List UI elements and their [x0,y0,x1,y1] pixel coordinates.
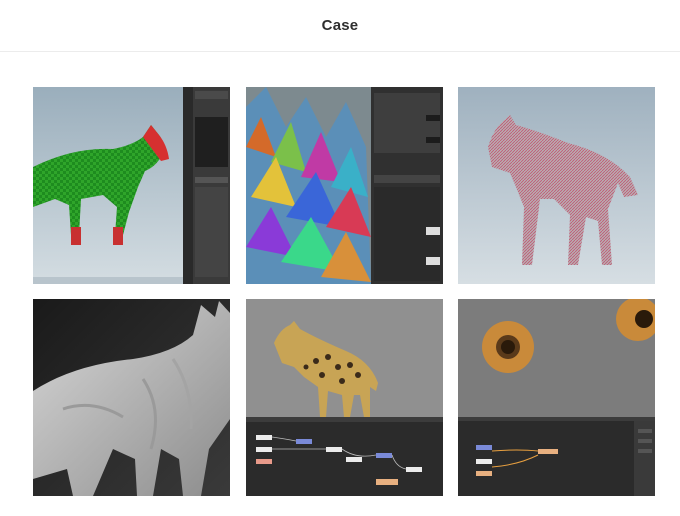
gallery-item-sculpt-hyena[interactable] [33,299,230,496]
gallery-item-spike-geometry[interactable] [246,87,443,284]
gallery-item-uv-hyena[interactable] [33,87,230,284]
page-title: Case [321,17,359,34]
gallery-item-fur-hyena[interactable] [458,87,655,284]
fur-hyena-thumbnail [458,87,655,284]
donut-shader-thumbnail [458,299,655,496]
page-header: Case [0,0,680,52]
uv-hyena-thumbnail [33,87,230,284]
gallery-item-spotted-hyena[interactable] [246,299,443,496]
spotted-hyena-thumbnail [246,299,443,496]
gallery-item-donut-shader[interactable] [458,299,655,496]
spike-geometry-thumbnail [246,87,443,284]
sculpt-hyena-thumbnail [33,299,230,496]
